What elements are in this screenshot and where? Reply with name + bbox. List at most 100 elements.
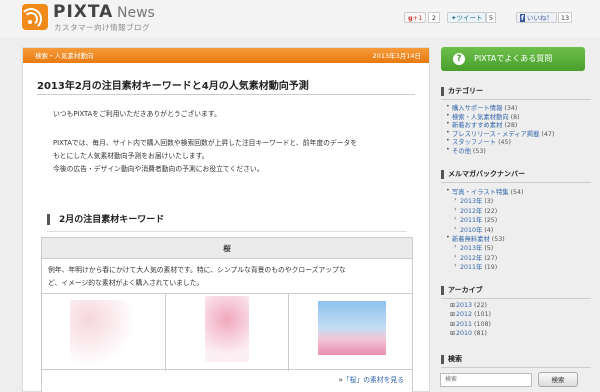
faq-button[interactable]: ? PIXTAでよくある質問 [441,47,585,71]
table-header: 桜 [42,238,412,259]
magazine-item-count: (53) [489,236,505,243]
magazine-item-label: 新着無料素材 [452,236,490,243]
categories-heading: カテゴリー [441,84,591,100]
magazine-subitem-label: 2011年 [460,217,483,225]
magazine-subitem[interactable]: › 2013年 (5) [454,243,494,253]
archive-item-label: 2010 [456,330,473,338]
expand-icon: ⊞ [450,311,456,319]
magazine-subitem[interactable]: › 2012年 (22) [454,206,498,215]
search-heading: 検索 [441,352,591,368]
logo-suffix: News [117,5,155,21]
keyword-table: 桜 例年、年明けから春にかけて大人気の素材です。特に、シンプルな背景のものやクロ… [41,237,413,392]
search-button[interactable]: 検索 [538,372,578,387]
magazine-item-label: 写真・イラスト特集 [452,189,509,196]
magazine-subitem-label: 2012年 [460,254,483,262]
archive-item-count: (22) [472,302,487,309]
cell-divider [165,294,166,371]
gplus-count: 2 [428,12,440,23]
magazine-subitem[interactable]: › 2013年 (3) [454,196,494,206]
category-item[interactable]: • その他 (53) [446,146,486,155]
tagline: カスタマー向け情報ブログ [54,23,150,32]
archive-item-label: 2011 [456,320,473,328]
category-item-count: (53) [470,148,486,155]
heading-marker [441,286,444,295]
archive-item[interactable]: ⊞ 2011 (108) [450,320,491,328]
description-line: ど、イメージ的な素材がよく購入されていました。 [48,279,204,287]
post-card: 検索・人気素材動向 2013年3月14日 2013年2月の注目素材キーワードと4… [22,47,430,392]
magazine-heading: メルマガバックナンバー [441,167,591,183]
bullet-icon: • [446,111,450,119]
magazine-subitem-count: (19) [482,264,498,272]
body-line: もとにした人気素材動向予測をお届けいたします。 [53,152,209,160]
sakura-photo-2[interactable] [205,296,249,362]
bullet-icon: • [446,187,450,194]
post-category-link[interactable]: 検索・人気素材動向 [35,50,94,60]
archive-item-count: (108) [472,320,491,328]
like-button[interactable]: f いいね！ [516,12,557,23]
section-title: 2月の注目素材キーワード [59,215,165,225]
section-heading: 2月の注目素材キーワード [47,212,407,232]
magazine-title: メルマガバックナンバー [448,170,525,178]
archive-item[interactable]: ⊞ 2010 (81) [450,330,487,338]
archive-item-label: 2012 [456,311,473,319]
bullet-icon: • [446,120,450,128]
magazine-subitem-label: 2012年 [460,207,483,215]
tweet-label: ツイート [456,14,483,22]
heading-marker [441,355,444,364]
like-label: いいね！ [526,14,553,22]
section-divider [47,231,407,232]
expand-icon: ⊞ [450,320,456,328]
archive-item-count: (81) [472,330,487,338]
gplus-label: +1 [412,14,423,22]
sakura-photo-3[interactable] [318,301,386,355]
magazine-subitem-count: (22) [482,207,498,215]
magazine-subitem-count: (4) [482,226,494,234]
archive-item[interactable]: ⊞ 2012 (101) [450,311,491,319]
title-divider [37,94,415,95]
heading-marker [441,87,444,96]
post-title[interactable]: 2013年2月の注目素材キーワードと4月の人気素材動向予測 [37,77,309,92]
gplus-button[interactable]: g+1 [404,12,427,23]
more-link-row: »「桜」の素材を見る [339,374,404,384]
magazine-subitem-count: (5) [482,245,494,253]
greeting-text: いつもPIXTAをご利用いただきありがとうございます。 [53,110,221,118]
magazine-item[interactable]: • 写真・イラスト特集 (54) [446,187,523,196]
magazine-subitem-label: 2011年 [460,264,483,272]
magazine-subitem[interactable]: › 2011年 (25) [454,215,498,225]
magazine-subitem-count: (27) [482,254,498,262]
like-count: 13 [558,12,572,23]
magazine-subitem-count: (3) [482,198,494,206]
magazine-subitem-label: 2013年 [460,245,483,253]
search-input[interactable] [440,373,532,387]
heading-marker [47,214,50,225]
archive-item[interactable]: ⊞ 2013 (22) [450,302,487,309]
tweet-button[interactable]: ✦ツイート [447,12,487,23]
archive-item-count: (101) [472,311,491,319]
archive-item-label: 2013 [456,302,473,309]
bullet-icon: › [454,252,457,260]
question-icon: ? [453,53,465,65]
magazine-item[interactable]: • 新着無料素材 (53) [446,234,505,243]
see-sakura-materials-link[interactable]: 「桜」の素材を見る [343,376,404,384]
logo[interactable]: PIXTA [53,2,113,22]
category-item-count: (45) [496,139,512,147]
magazine-subitem[interactable]: › 2011年 (19) [454,262,498,272]
bullet-icon: › [454,215,457,223]
image-row [42,293,412,371]
magazine-subitem-label: 2013年 [460,198,483,206]
bullet-icon: • [446,137,450,145]
heading-marker [441,170,444,179]
magazine-subitem-count: (25) [482,217,498,225]
page: PIXTA News カスタマー向け情報ブログ g+1 2 ✦ツイート 5 f … [0,0,600,392]
magazine-subitem[interactable]: › 2010年 (4) [454,225,494,234]
sakura-photo-1[interactable] [70,300,132,364]
rss-icon[interactable] [20,4,48,30]
bullet-icon: • [446,103,450,110]
magazine-subitem-label: 2010年 [460,226,483,234]
site-header: PIXTA News カスタマー向け情報ブログ g+1 2 ✦ツイート 5 f … [0,0,600,38]
archive-heading: アーカイブ [441,283,591,299]
magazine-subitem[interactable]: › 2012年 (27) [454,253,498,262]
faq-label: PIXTAでよくある質問 [474,54,553,63]
bullet-icon: › [454,243,457,251]
bullet-icon: › [454,196,457,204]
